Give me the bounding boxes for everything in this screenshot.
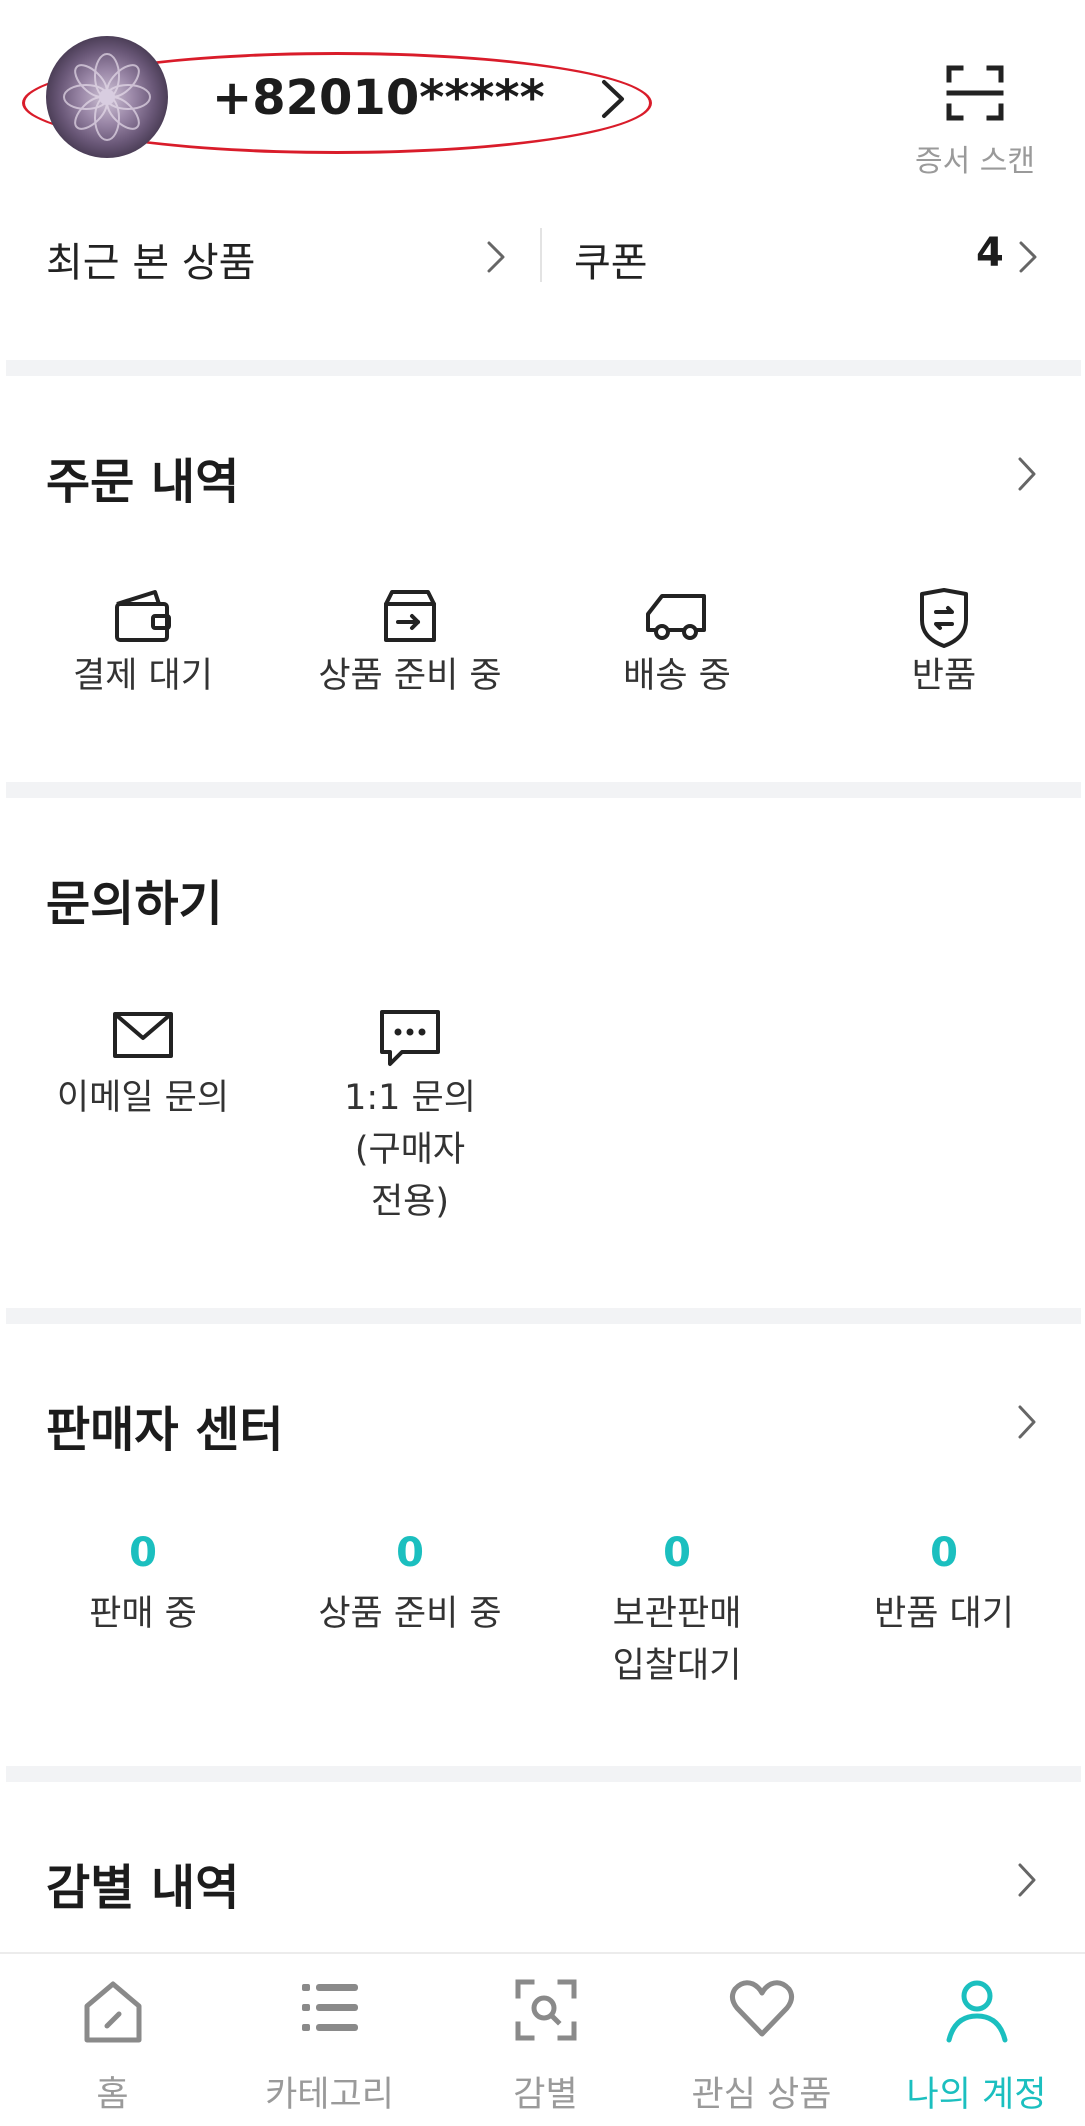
- seller-stat-selling[interactable]: 0 판매 중: [10, 1530, 276, 1670]
- seller-center-title: 판매자 센터: [46, 1402, 284, 1458]
- coupon-count: 4: [976, 230, 1004, 276]
- box-icon: [277, 586, 543, 650]
- order-status-return[interactable]: 반품: [811, 586, 1077, 702]
- mail-icon: [10, 1008, 276, 1072]
- seller-stat-label-line2: 입찰대기: [612, 1646, 742, 1686]
- recent-chevron-right-icon: [486, 240, 506, 274]
- order-status-label: 결제 대기: [73, 656, 213, 696]
- nav-wishlist-label: 관심 상품: [691, 2075, 832, 2115]
- order-status-label: 배송 중: [623, 656, 731, 696]
- one-on-one-inquiry-label-line2: (구매자: [354, 1130, 466, 1170]
- scan-icon: [900, 64, 1050, 122]
- heart-icon: [653, 1978, 870, 2054]
- appraisal-chevron-right-icon[interactable]: [1016, 1862, 1038, 1898]
- user-icon: [868, 1978, 1085, 2054]
- orders-chevron-right-icon[interactable]: [1016, 456, 1038, 492]
- wallet-icon: [10, 586, 276, 650]
- coupon-link[interactable]: 쿠폰 4: [574, 226, 1040, 292]
- category-list-icon: [221, 1978, 438, 2054]
- section-separator: [6, 1766, 1081, 1782]
- section-separator: [6, 1308, 1081, 1324]
- return-shield-icon: [811, 586, 1077, 650]
- appraisal-history-title: 감별 내역: [46, 1860, 240, 1916]
- section-separator: [6, 360, 1081, 376]
- seller-stat-consignment-bidding[interactable]: 0 보관판매 입찰대기: [544, 1530, 810, 1690]
- nav-my-account[interactable]: 나의 계정: [868, 1978, 1085, 2117]
- scan-button[interactable]: 증서 스캔: [900, 64, 1050, 180]
- nav-category-label: 카테고리: [265, 2075, 394, 2115]
- nav-home-label: 홈: [96, 2075, 129, 2115]
- email-inquiry-label: 이메일 문의: [56, 1078, 230, 1118]
- coupon-chevron-right-icon: [1018, 240, 1038, 274]
- order-status-preparing[interactable]: 상품 준비 중: [277, 586, 543, 702]
- recent-products-label: 최근 본 상품: [46, 240, 256, 286]
- succulent-image: [63, 53, 151, 141]
- coupon-label: 쿠폰: [574, 240, 648, 286]
- seller-stat-count: 0: [129, 1530, 157, 1576]
- home-icon: [4, 1978, 221, 2054]
- quick-links-divider: [540, 228, 542, 282]
- nav-category[interactable]: 카테고리: [221, 1978, 438, 2117]
- one-on-one-inquiry-button[interactable]: 1:1 문의 (구매자 전용): [277, 1008, 543, 1228]
- one-on-one-inquiry-label-line1: 1:1 문의: [344, 1078, 476, 1118]
- appraisal-scan-icon: [437, 1978, 654, 2054]
- seller-stat-count: 0: [930, 1530, 958, 1576]
- recent-products-link[interactable]: 최근 본 상품: [46, 226, 506, 292]
- seller-stat-label: 상품 준비 중: [318, 1594, 502, 1634]
- nav-home[interactable]: 홈: [4, 1978, 221, 2117]
- orders-title: 주문 내역: [46, 454, 240, 510]
- order-status-label: 상품 준비 중: [318, 656, 502, 696]
- chat-icon: [277, 1008, 543, 1072]
- inquiry-title: 문의하기: [46, 876, 223, 932]
- seller-stat-label: 반품 대기: [874, 1594, 1014, 1634]
- nav-my-account-label: 나의 계정: [906, 2075, 1047, 2115]
- email-inquiry-button[interactable]: 이메일 문의: [10, 1008, 276, 1124]
- seller-stat-count: 0: [396, 1530, 424, 1576]
- one-on-one-inquiry-label-line3: 전용): [370, 1182, 450, 1222]
- nav-wishlist[interactable]: 관심 상품: [653, 1978, 870, 2117]
- seller-stat-return-pending[interactable]: 0 반품 대기: [811, 1530, 1077, 1670]
- seller-stat-label: 판매 중: [89, 1594, 197, 1634]
- section-separator: [6, 782, 1081, 798]
- seller-stat-count: 0: [663, 1530, 691, 1576]
- profile-chevron-right-icon[interactable]: [598, 78, 628, 120]
- order-status-payment-pending[interactable]: 결제 대기: [10, 586, 276, 702]
- nav-appraisal[interactable]: 감별: [437, 1978, 654, 2117]
- scan-label: 증서 스캔: [915, 144, 1035, 179]
- seller-chevron-right-icon[interactable]: [1016, 1404, 1038, 1440]
- order-status-label: 반품: [911, 656, 977, 696]
- avatar[interactable]: [46, 36, 168, 158]
- nav-appraisal-label: 감별: [513, 2075, 578, 2115]
- truck-icon: [544, 586, 810, 650]
- seller-stat-preparing[interactable]: 0 상품 준비 중: [277, 1530, 543, 1670]
- profile-phone[interactable]: +82010*****: [212, 70, 545, 126]
- order-status-shipping[interactable]: 배송 중: [544, 586, 810, 702]
- seller-stat-label-line1: 보관판매: [612, 1594, 742, 1634]
